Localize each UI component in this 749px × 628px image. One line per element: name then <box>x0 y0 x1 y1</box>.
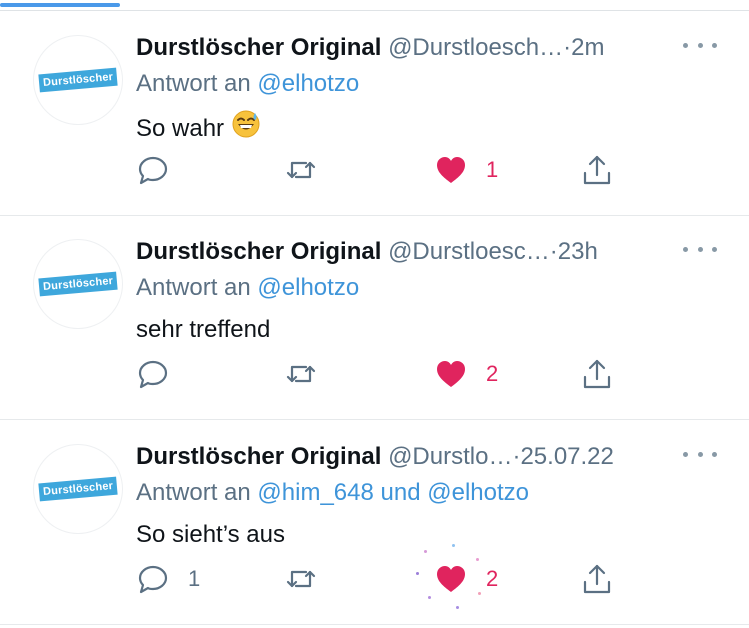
brand-logo: Durstlöscher <box>38 476 118 502</box>
tweet-actions: 1 <box>136 153 636 187</box>
like-animation-spark <box>452 544 455 547</box>
tweet-header: Durstlöscher Original @Durstlo…·25.07.22 <box>136 440 716 474</box>
reply-prefix: Antwort an <box>136 274 251 301</box>
reply-icon <box>136 153 170 187</box>
tweet-text-body: So sieht’s aus <box>136 521 285 548</box>
separator-dot: · <box>563 34 572 61</box>
retweet-icon <box>284 562 318 596</box>
author-handle[interactable]: @Durstlo… <box>388 443 512 470</box>
tweet-actions: 2 <box>136 357 636 391</box>
like-animation-spark <box>424 550 427 553</box>
like-button[interactable]: 2 <box>416 544 499 609</box>
reply-prefix: Antwort an <box>136 70 251 97</box>
tab-bar <box>0 0 749 11</box>
reply-button[interactable] <box>136 357 188 391</box>
avatar[interactable]: Durstlöscher <box>33 35 123 125</box>
like-count: 1 <box>486 157 499 182</box>
author-name[interactable]: Durstlöscher Original <box>136 443 381 470</box>
reply-icon <box>136 562 170 596</box>
like-animation-spark <box>456 606 459 609</box>
reply-button[interactable] <box>136 153 188 187</box>
tweet-actions: 1 2 <box>136 544 636 609</box>
author-handle[interactable]: @Durstloesch… <box>388 34 563 61</box>
share-icon <box>580 153 614 187</box>
reply-icon <box>136 357 170 391</box>
retweet-icon <box>284 153 318 187</box>
retweet-icon <box>284 357 318 391</box>
mention-link[interactable]: @him_648 <box>257 479 373 506</box>
tweet-text-body: sehr treffend <box>136 316 271 343</box>
mention-joiner: und <box>380 479 421 506</box>
author-name[interactable]: Durstlöscher Original <box>136 34 381 61</box>
tweet[interactable]: Durstlöscher Durstlöscher Original @Durs… <box>0 215 749 420</box>
like-animation-spark <box>416 572 419 575</box>
like-button[interactable]: 1 <box>434 153 498 187</box>
mention-link[interactable]: @elhotzo <box>427 479 529 506</box>
more-icon[interactable] <box>683 237 717 261</box>
heart-icon <box>434 357 468 391</box>
retweet-button[interactable] <box>284 562 318 596</box>
author-handle[interactable]: @Durstloesc… <box>388 238 550 265</box>
tweet-header: Durstlöscher Original @Durstloesc…·23h <box>136 235 716 269</box>
brand-logo: Durstlöscher <box>38 67 118 93</box>
mention-link[interactable]: @elhotzo <box>257 274 359 301</box>
tweet-header: Durstlöscher Original @Durstloesch…·2m <box>136 31 716 65</box>
tweet-text: sehr treffend <box>136 313 270 347</box>
reply-context: Antwort an @elhotzo <box>136 271 359 305</box>
reply-context: Antwort an @elhotzo <box>136 67 359 101</box>
reply-count: 1 <box>188 566 201 591</box>
like-animation-spark <box>428 596 431 599</box>
timestamp[interactable]: 25.07.22 <box>520 443 613 470</box>
active-tab-indicator <box>0 3 120 7</box>
reply-context: Antwort an @him_648 und @elhotzo <box>136 476 529 510</box>
tweet-text: So sieht’s aus <box>136 518 285 552</box>
reply-prefix: Antwort an <box>136 479 251 506</box>
sweat-smile-emoji <box>231 109 261 149</box>
heart-icon <box>434 153 468 187</box>
tweet-text-body: So wahr <box>136 115 225 142</box>
timestamp[interactable]: 2m <box>571 34 604 61</box>
share-icon <box>580 562 614 596</box>
retweet-button[interactable] <box>284 357 318 391</box>
brand-logo: Durstlöscher <box>38 271 118 297</box>
retweet-button[interactable] <box>284 153 318 187</box>
tweet-text: So wahr <box>136 109 261 149</box>
like-animation-spark <box>478 592 481 595</box>
reply-button[interactable]: 1 <box>136 562 200 596</box>
like-count: 2 <box>486 361 499 386</box>
like-button[interactable]: 2 <box>434 357 498 391</box>
author-name[interactable]: Durstlöscher Original <box>136 238 381 265</box>
like-count: 2 <box>486 566 499 591</box>
avatar[interactable]: Durstlöscher <box>33 444 123 534</box>
like-animation-spark <box>476 558 479 561</box>
heart-icon <box>416 544 481 609</box>
tweet[interactable]: Durstlöscher Durstlöscher Original @Durs… <box>0 420 749 625</box>
more-icon[interactable] <box>683 33 717 57</box>
avatar[interactable]: Durstlöscher <box>33 239 123 329</box>
share-button[interactable] <box>580 153 614 187</box>
mention-link[interactable]: @elhotzo <box>257 70 359 97</box>
share-button[interactable] <box>580 562 614 596</box>
share-button[interactable] <box>580 357 614 391</box>
tweet[interactable]: Durstlöscher Durstlöscher Original @Durs… <box>0 11 749 216</box>
share-icon <box>580 357 614 391</box>
separator-dot: · <box>549 238 558 265</box>
more-icon[interactable] <box>683 442 717 466</box>
timestamp[interactable]: 23h <box>558 238 598 265</box>
